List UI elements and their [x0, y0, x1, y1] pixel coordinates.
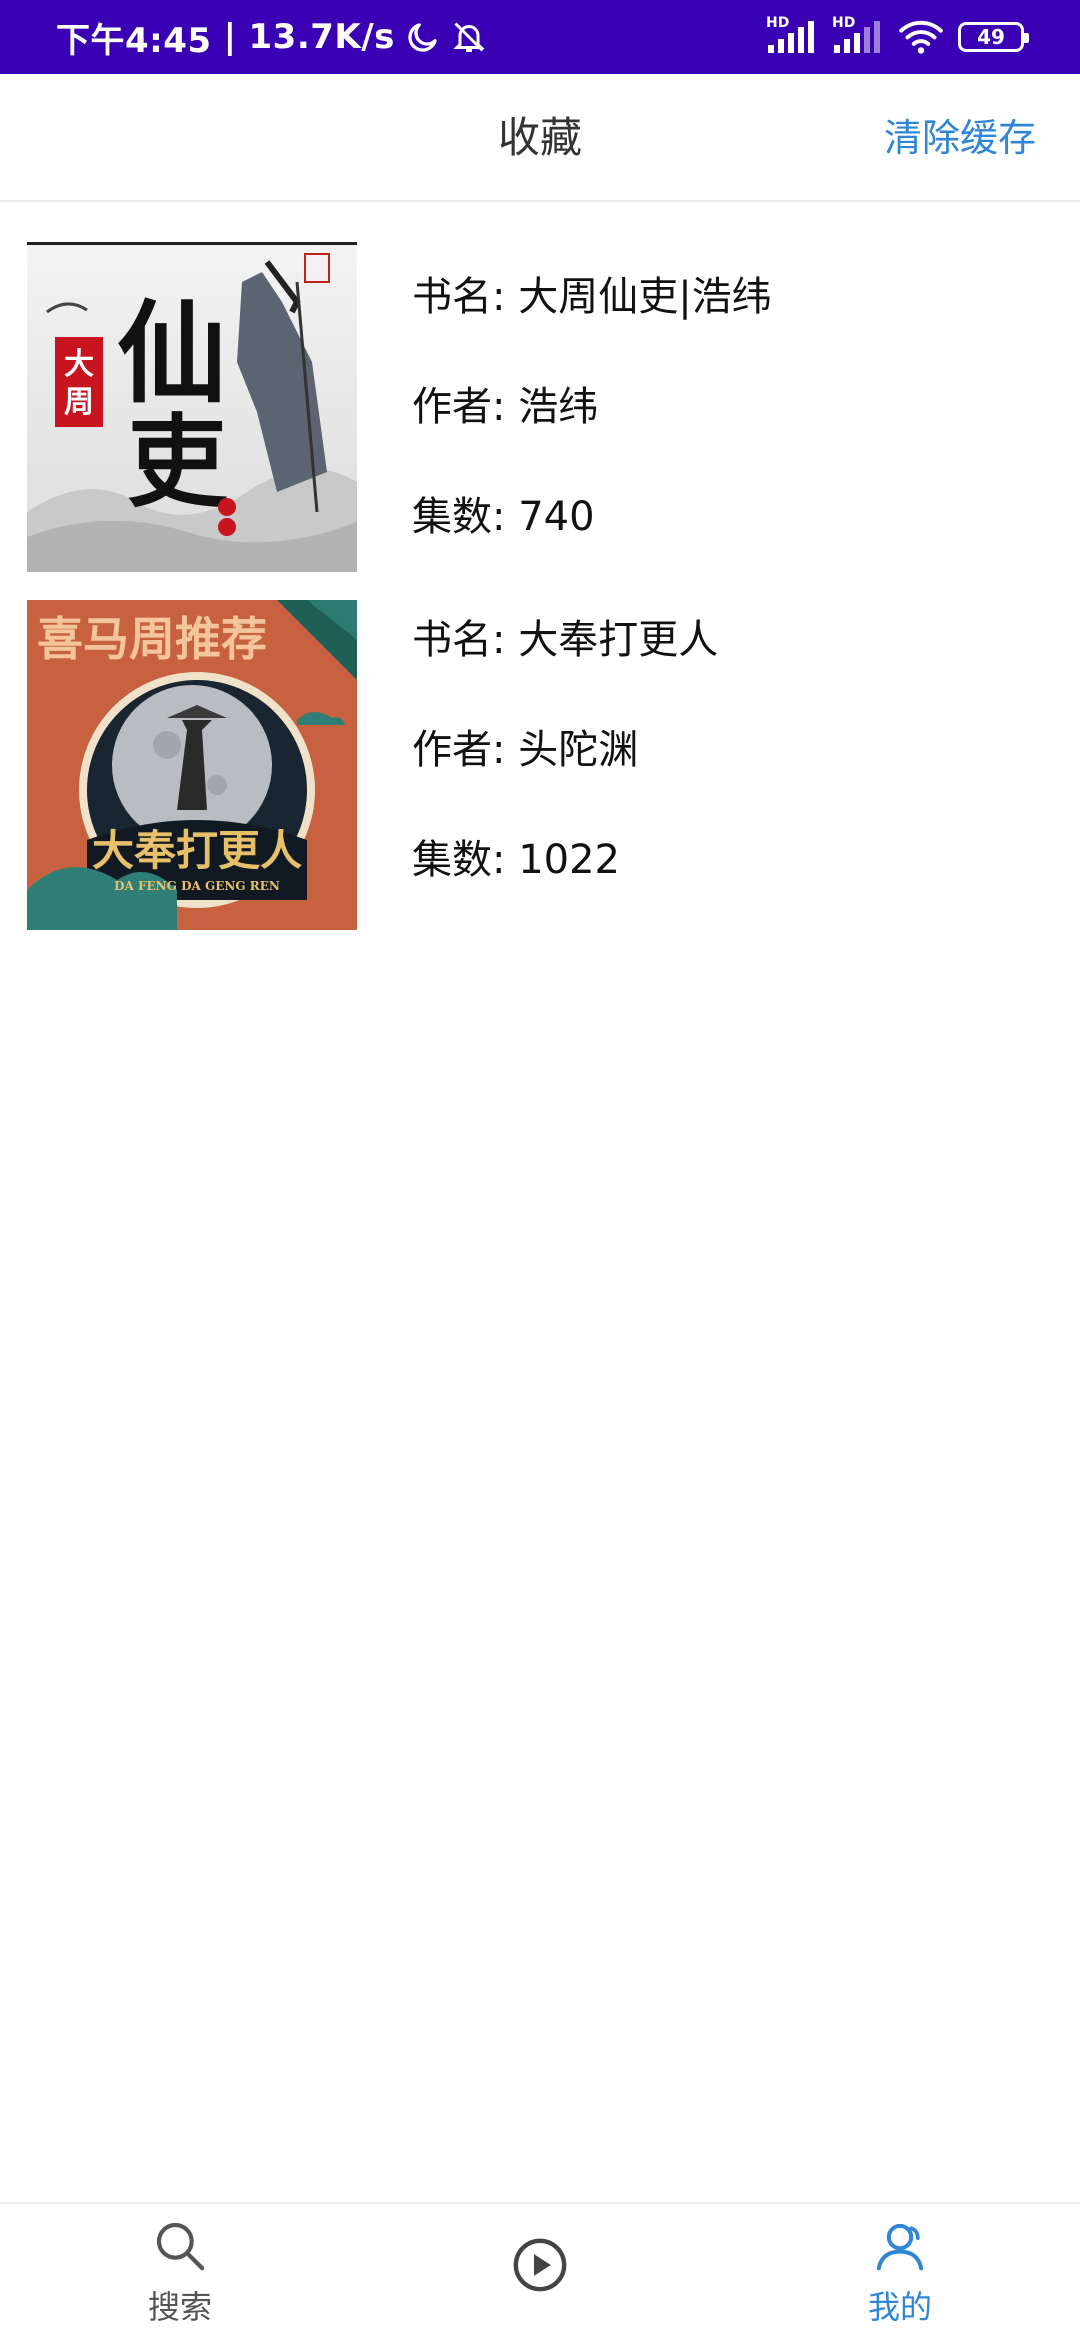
status-separator: |	[223, 17, 237, 57]
favorites-list: 大 周 仙 吏 书名: 大周仙吏|浩纬 作者: 浩纬 集数: 740 喜马周推荐	[0, 202, 1080, 958]
clear-cache-button[interactable]: 清除缓存	[884, 74, 1036, 202]
cover-seal-bottom: 周	[64, 385, 94, 420]
signal-icon: HD	[766, 15, 818, 55]
status-bar: 下午4:45 | 13.7K/s HD HD 49	[0, 0, 1080, 74]
wifi-icon	[899, 20, 943, 54]
list-item[interactable]: 大 周 仙 吏 书名: 大周仙吏|浩纬 作者: 浩纬 集数: 740	[0, 202, 1080, 600]
book-cover: 大 周 仙 吏	[27, 242, 357, 572]
cover-subtitle: DA FENG DA GENG REN	[114, 879, 280, 893]
nav-mine-label: 我的	[867, 2288, 932, 2326]
book-info: 书名: 大周仙吏|浩纬 作者: 浩纬 集数: 740	[412, 242, 772, 572]
status-time: 下午4:45	[56, 20, 212, 61]
status-net-speed: 13.7K/s	[248, 17, 395, 57]
book-cover: 喜马周推荐 大奉打更人 DA FENG DA GENG REN	[27, 600, 357, 930]
bottom-navigation: 搜索 我的	[0, 2202, 1080, 2340]
list-item[interactable]: 喜马周推荐 大奉打更人 DA FENG DA GENG REN 书名: 大奉打更…	[0, 600, 1080, 958]
book-episodes: 集数: 740	[412, 494, 595, 540]
book-name: 书名: 大周仙吏|浩纬	[412, 274, 772, 320]
cover-title: 大奉打更人	[92, 826, 302, 875]
cover-title-top: 仙	[117, 289, 227, 418]
user-icon	[876, 2223, 924, 2271]
book-author: 作者: 头陀渊	[412, 727, 639, 773]
hd-label: HD	[766, 15, 790, 31]
search-icon	[156, 2222, 205, 2271]
play-icon	[513, 2238, 567, 2292]
book-episodes: 集数: 1022	[412, 837, 620, 883]
book-author: 作者: 浩纬	[412, 384, 599, 430]
bell-off-icon	[453, 22, 485, 52]
cover-banner: 喜马周推荐	[37, 612, 267, 666]
status-right: HD HD 49	[766, 15, 1029, 55]
battery-level: 49	[977, 25, 1005, 49]
nav-search-label: 搜索	[147, 2288, 212, 2326]
moon-icon	[408, 23, 437, 52]
battery-icon: 49	[958, 22, 1029, 52]
signal-icon: HD	[832, 15, 884, 55]
cover-title-bottom: 吏	[127, 403, 228, 521]
hd-label: HD	[832, 15, 856, 31]
nav-mine[interactable]: 我的	[800, 2204, 1000, 2340]
top-app-bar: 收藏 清除缓存	[0, 74, 1080, 202]
nav-search[interactable]: 搜索	[80, 2204, 280, 2340]
nav-play[interactable]	[440, 2204, 640, 2340]
cover-seal-top: 大	[64, 347, 94, 382]
book-name: 书名: 大奉打更人	[412, 617, 719, 663]
status-left: 下午4:45 | 13.7K/s	[56, 13, 487, 62]
book-info: 书名: 大奉打更人 作者: 头陀渊 集数: 1022	[412, 585, 718, 915]
